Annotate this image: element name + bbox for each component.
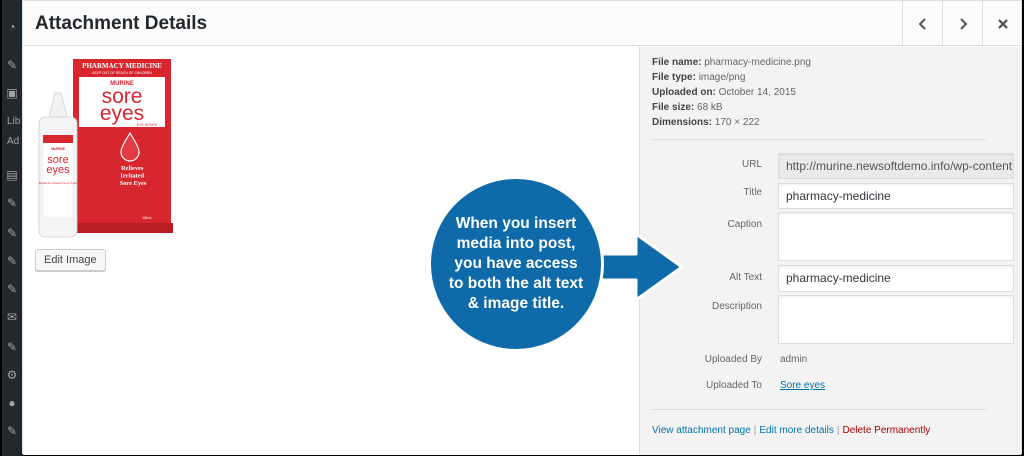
claim-text: Relieves Irritated Sore Eyes [120,165,147,187]
uploaded-by-value: admin [780,354,808,365]
claim-text-line: Irritated [120,173,144,180]
bottle-brand-text: MURINE [51,147,65,151]
callout-arrow [596,232,684,302]
wp-admin-sidebar: ◔ ✎ ▣ Lib Ad ▤ ✎ ✎ ✎ ✎ ✉ ✎ ⚙ ● ✎ [0,0,22,456]
chevron-left-icon [918,17,926,30]
close-icon [997,18,1008,29]
title-label: Title [743,187,762,198]
sidebar-label-library[interactable]: Lib [7,116,20,127]
bottle-label-band [43,135,73,143]
box-sub-text: KEEP OUT OF REACH OF CHILDREN [92,71,152,75]
attachment-actions: View attachment page | Edit more details | D… [652,425,930,436]
uploaded-by-label: Uploaded By [704,354,762,365]
file-metadata: File name: pharmacy-medicine.png File ty… [652,55,811,130]
posts-pin-icon[interactable]: ✎ [5,58,19,72]
bottle-nozzle [48,92,68,118]
media-icon[interactable]: ▣ [5,86,19,100]
pin-icon[interactable]: ✎ [5,196,19,210]
comments-icon[interactable]: ✉ [5,310,19,324]
pin-icon[interactable]: ✎ [5,282,19,296]
edit-more-details-link[interactable]: Edit more details [759,425,833,436]
pages-icon[interactable]: ▤ [5,168,19,182]
separator: | [753,425,757,436]
separator: | [836,425,840,436]
meta-dimensions: Dimensions: 170 × 222 [652,117,760,128]
callout-text: When you insert media into post, you hav… [448,215,584,312]
users-icon[interactable]: ● [5,396,19,410]
meta-file-name: File name: pharmacy-medicine.png [652,57,811,68]
modal-header: Attachment Details [23,1,1021,46]
url-label: URL [741,159,762,170]
plugins-icon[interactable]: ⚙ [5,368,19,382]
next-button[interactable] [942,1,982,46]
attachment-thumbnail: PHARMACY MEDICINE KEEP OUT OF REACH OF C… [38,59,173,238]
meta-uploaded-on: Uploaded on: October 14, 2015 [652,87,796,98]
modal-title: Attachment Details [35,13,208,34]
meta-file-type: File type: image/png [652,72,746,83]
product-type-text: EYE DROPS [137,123,158,127]
uploaded-to-link[interactable]: Sore eyes [780,380,825,391]
close-button[interactable] [982,1,1022,46]
delete-permanently-link[interactable]: Delete Permanently [842,425,930,436]
caption-textarea[interactable] [778,212,1014,261]
attachment-info-pane: File name: pharmacy-medicine.png File ty… [639,47,1021,455]
chevron-right-icon [959,17,967,30]
product-name-line-2: eyes [100,102,144,125]
uploaded-to-label: Uploaded To [706,380,762,391]
callout-bubble: When you insert media into post, you hav… [428,176,604,352]
description-label: Description [711,301,762,312]
alt-text-field[interactable]: pharmacy-medicine [778,265,1014,292]
sidebar-label-add[interactable]: Ad [7,136,19,147]
dashboard-icon[interactable]: ◔ [5,20,19,34]
volume-text: 15mL [142,215,153,220]
screenshot-frame: ◔ ✎ ▣ Lib Ad ▤ ✎ ✎ ✎ ✎ ✉ ✎ ⚙ ● ✎ Attachm… [0,0,1024,456]
appearance-icon[interactable]: ✎ [5,340,19,354]
claim-text-line: Relieves [121,165,144,172]
url-field[interactable]: http://murine.newsoftdemo.info/wp-conten… [778,153,1014,179]
arrow-right-icon [596,232,684,302]
pin-icon[interactable]: ✎ [5,254,19,268]
edit-image-button[interactable]: Edit Image [35,249,106,271]
divider [652,139,986,140]
divider [652,409,986,410]
previous-button[interactable] [902,1,942,46]
description-textarea[interactable] [778,295,1014,344]
box-top-text: PHARMACY MEDICINE [82,62,162,70]
pin-icon[interactable]: ✎ [5,226,19,240]
meta-file-size: File size: 68 kB [652,102,723,113]
view-attachment-page-link[interactable]: View attachment page [652,425,751,436]
title-field[interactable]: pharmacy-medicine [778,183,1014,209]
bottle-claim-text: Relieves Irritated Sore Eyes [39,181,78,185]
bottle-product-line-2: eyes [46,164,70,176]
caption-label: Caption [727,219,762,230]
tools-icon[interactable]: ✎ [5,424,19,438]
claim-text-line: Sore Eyes [120,180,147,187]
product-box-base [71,223,173,233]
